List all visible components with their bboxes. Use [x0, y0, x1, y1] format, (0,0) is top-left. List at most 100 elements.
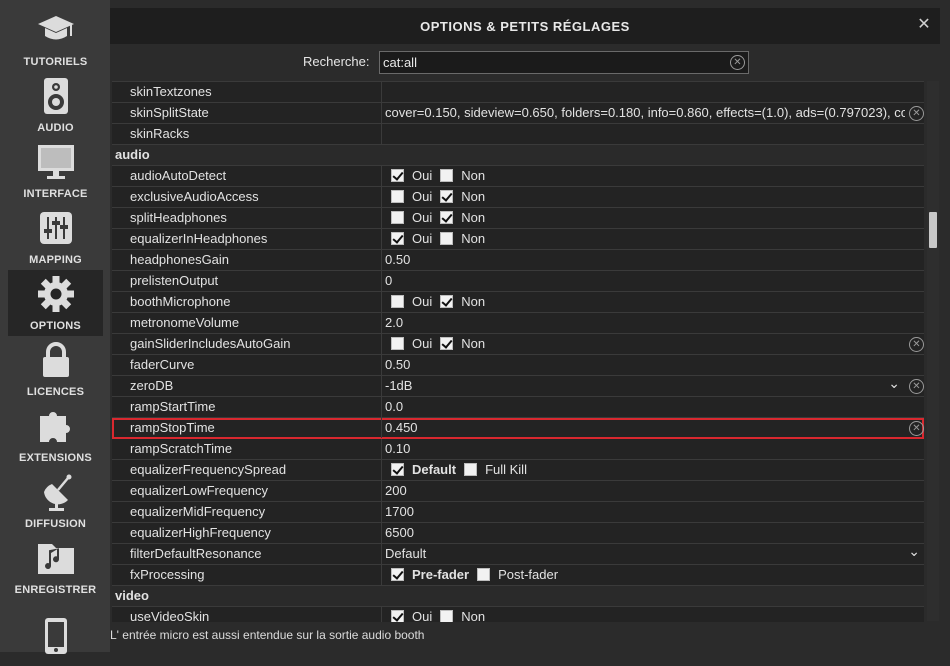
checkbox[interactable] — [477, 568, 491, 582]
sidebar-item-tutoriels[interactable]: TUTORIELS — [8, 6, 103, 72]
clear-value-icon[interactable]: ✕ — [909, 379, 924, 394]
chevron-down-icon[interactable]: ⌄ — [888, 376, 900, 390]
option-choice[interactable]: Non — [440, 229, 485, 249]
checkbox[interactable] — [391, 232, 404, 246]
option-choice[interactable]: Non — [440, 607, 485, 622]
choice-label: Oui — [412, 294, 433, 309]
choice-label: Oui — [412, 231, 433, 246]
sidebar-item-label: AUDIO — [37, 122, 74, 134]
sidebar-item-label: DIFFUSION — [24, 518, 87, 530]
option-value[interactable]: 200 — [385, 481, 905, 501]
checkbox[interactable] — [391, 568, 404, 582]
checkbox[interactable] — [391, 610, 404, 622]
option-choice[interactable]: Non — [440, 208, 485, 228]
scroll-thumb[interactable] — [929, 212, 937, 248]
option-value[interactable]: 0.50 — [385, 355, 905, 375]
option-value[interactable]: cover=0.150, sideview=0.650, folders=0.1… — [385, 103, 905, 123]
scrollbar[interactable] — [927, 81, 939, 621]
option-choice[interactable]: Oui — [391, 607, 432, 622]
option-name: rampScratchTime — [112, 439, 382, 459]
option-choice[interactable]: Oui — [391, 166, 432, 186]
option-value: Pre-fader Post-fader — [391, 565, 911, 585]
checkbox[interactable] — [440, 190, 454, 204]
option-choice[interactable]: Oui — [391, 292, 432, 312]
option-value[interactable]: 0.450 — [385, 418, 905, 438]
choice-label: Non — [461, 168, 486, 183]
option-name: equalizerInHeadphones — [112, 229, 382, 249]
choice-label: Oui — [412, 189, 433, 204]
option-value[interactable]: 0.0 — [385, 397, 905, 417]
option-value[interactable] — [385, 82, 905, 102]
checkbox[interactable] — [391, 211, 404, 225]
table-row: equalizerLowFrequency 200 — [112, 481, 924, 502]
option-choice[interactable]: Pre-fader — [391, 565, 469, 585]
option-choice[interactable]: Oui — [391, 187, 432, 207]
option-value: Oui Non — [391, 292, 911, 312]
sidebar-item-audio[interactable]: AUDIO — [8, 72, 103, 138]
option-value[interactable]: 0.10 — [385, 439, 905, 459]
option-choice[interactable]: Non — [440, 334, 485, 354]
table-row: exclusiveAudioAccess Oui Non — [112, 187, 924, 208]
option-name: rampStopTime — [112, 418, 382, 438]
close-icon[interactable]: ✕ — [914, 15, 934, 35]
option-name: skinRacks — [112, 124, 382, 144]
option-value[interactable]: 0 — [385, 271, 905, 291]
option-name: equalizerHighFrequency — [112, 523, 382, 543]
clear-value-icon[interactable]: ✕ — [909, 337, 924, 352]
search-input[interactable] — [383, 54, 713, 70]
chevron-down-icon[interactable]: ⌄ — [908, 544, 920, 558]
choice-label: Non — [461, 609, 486, 622]
clear-search-icon[interactable]: ✕ — [730, 55, 745, 70]
option-name: audioAutoDetect — [112, 166, 382, 186]
option-choice[interactable]: Oui — [391, 334, 432, 354]
choice-label: Non — [461, 336, 486, 351]
option-choice[interactable]: Oui — [391, 208, 432, 228]
option-value[interactable] — [385, 124, 905, 144]
checkbox[interactable] — [440, 211, 454, 225]
option-value[interactable]: 0.50 — [385, 250, 905, 270]
checkbox[interactable] — [440, 295, 454, 309]
sidebar-item-mapping[interactable]: MAPPING — [8, 204, 103, 270]
clear-value-icon[interactable]: ✕ — [909, 421, 924, 436]
option-choice[interactable]: Full Kill — [464, 460, 527, 480]
option-choice[interactable]: Default — [391, 460, 456, 480]
checkbox[interactable] — [391, 337, 404, 351]
checkbox[interactable] — [440, 610, 454, 622]
sidebar-item-label: ENREGISTRER — [14, 584, 97, 596]
option-name: gainSliderIncludesAutoGain — [112, 334, 382, 354]
choice-label: Default — [412, 462, 457, 477]
sidebar-item-extensions[interactable]: EXTENSIONS — [8, 402, 103, 468]
option-choice[interactable]: Oui — [391, 229, 432, 249]
option-value[interactable]: Default — [385, 544, 905, 564]
checkbox[interactable] — [391, 169, 404, 183]
option-value[interactable]: -1dB — [385, 376, 905, 396]
option-name: skinTextzones — [112, 82, 382, 102]
category-label: audio — [115, 147, 150, 162]
option-choice[interactable]: Non — [440, 166, 485, 186]
checkbox[interactable] — [391, 295, 404, 309]
sidebar-item-licences[interactable]: LICENCES — [8, 336, 103, 402]
table-row: zeroDB -1dB ⌄ ✕ — [112, 376, 924, 397]
sidebar-item-interface[interactable]: INTERFACE — [8, 138, 103, 204]
option-name: equalizerLowFrequency — [112, 481, 382, 501]
search-box[interactable]: ✕ — [379, 51, 749, 74]
choice-label: Oui — [412, 336, 433, 351]
sidebar-item-options[interactable]: OPTIONS — [8, 270, 103, 336]
checkbox[interactable] — [391, 463, 404, 477]
checkbox[interactable] — [440, 169, 454, 183]
option-choice[interactable]: Post-fader — [477, 565, 558, 585]
sidebar-item-mobile[interactable] — [8, 600, 103, 666]
checkbox[interactable] — [440, 337, 454, 351]
checkbox[interactable] — [391, 190, 404, 204]
option-choice[interactable]: Non — [440, 292, 485, 312]
option-value[interactable]: 6500 — [385, 523, 905, 543]
checkbox[interactable] — [440, 232, 454, 246]
sidebar-item-enregistrer[interactable]: ENREGISTRER — [8, 534, 103, 600]
table-row: headphonesGain 0.50 — [112, 250, 924, 271]
sidebar-item-diffusion[interactable]: DIFFUSION — [8, 468, 103, 534]
checkbox[interactable] — [464, 463, 478, 477]
clear-value-icon[interactable]: ✕ — [909, 106, 924, 121]
option-value[interactable]: 1700 — [385, 502, 905, 522]
option-value[interactable]: 2.0 — [385, 313, 905, 333]
option-choice[interactable]: Non — [440, 187, 485, 207]
